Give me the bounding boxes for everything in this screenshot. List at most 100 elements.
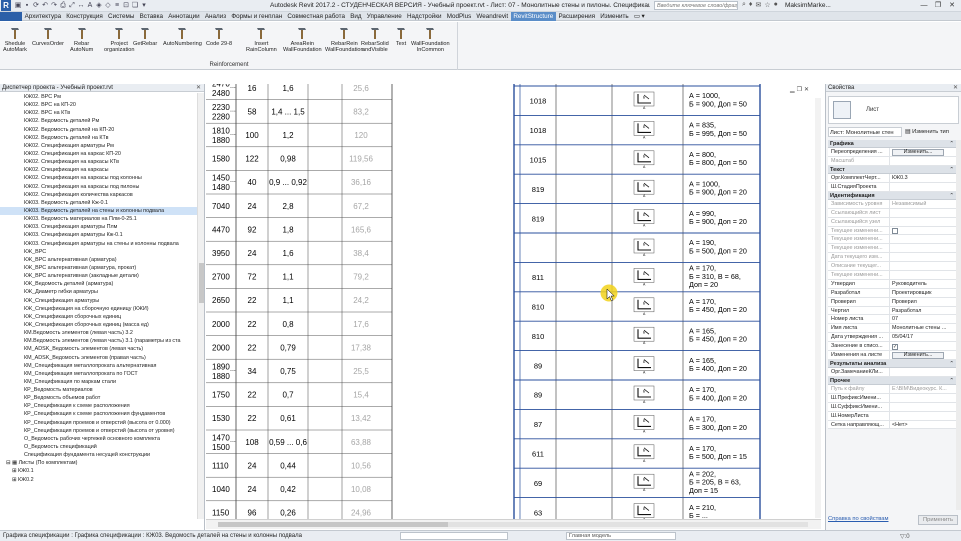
dimension-icon[interactable]: ↔ <box>77 1 85 10</box>
ribbon-button-11[interactable]: RebarSolid andVisible <box>361 24 389 54</box>
properties-section[interactable]: Графика ⌃ <box>828 140 956 149</box>
collapse-icon[interactable]: ⌃ <box>949 166 954 173</box>
browser-item[interactable]: КМ.Ведомость элементов (левая часть) 3.1… <box>0 337 197 345</box>
browser-item[interactable]: КР_Спецификация проемов и отверстий (выс… <box>0 427 197 435</box>
instance-filter-dropdown[interactable]: Лист: Монолитные стен <box>828 127 902 137</box>
browser-item[interactable]: КЖ02. Спецификация на каркасы КТв <box>0 158 197 166</box>
sheet-svg[interactable]: 24702480... 16 1,6 25,6 22302280... 58 1,4 ...… <box>206 84 821 520</box>
browser-item[interactable]: КР_Ведомость объемов работ <box>0 394 197 402</box>
maximize-button[interactable]: ❐ <box>931 0 945 11</box>
browser-sub-item[interactable]: ⊞ КЖ0.2 <box>0 476 197 484</box>
property-value[interactable] <box>890 218 956 226</box>
browser-item[interactable]: КЖ03. Ведомость деталей на стены и колон… <box>0 206 197 216</box>
browser-item[interactable]: КЖ_Спецификация арматуры <box>0 297 197 305</box>
properties-section[interactable]: Текст ⌃ <box>828 165 956 174</box>
tab-1[interactable]: Архитектура <box>22 12 64 21</box>
3d-view-icon[interactable]: ◈ <box>95 1 103 10</box>
restore-view-icon[interactable]: ❐ <box>797 86 802 93</box>
ribbon-button-13[interactable]: WallFoundation InCommon <box>411 24 450 54</box>
browser-item[interactable]: КМ_ADSK_Ведомость элементов (правая част… <box>0 354 197 362</box>
tab-3[interactable]: Системы <box>105 12 137 21</box>
checkbox[interactable]: ✓ <box>892 343 898 350</box>
minimize-view-icon[interactable]: ▁ <box>790 86 795 93</box>
ribbon-button-10[interactable]: RebarRein WallFoundation <box>325 24 364 54</box>
customize-qat-icon[interactable]: ▾ <box>140 1 148 10</box>
property-row[interactable]: Текущее изменени... <box>828 244 956 254</box>
property-value[interactable]: Проектировщик <box>890 289 956 297</box>
browser-scrollbar[interactable] <box>197 93 204 519</box>
property-row[interactable]: Орг.КомплектЧерт... КЖ0.3 <box>828 173 956 183</box>
ribbon-button-12[interactable]: Text <box>394 24 408 47</box>
sync-icon[interactable]: ⟳ <box>32 1 40 10</box>
browser-item[interactable]: КЖ_Ведомость деталей (арматура) <box>0 280 197 288</box>
measure-icon[interactable]: ⤢ <box>68 1 76 10</box>
browser-item[interactable]: КЖ02. Спецификация на каркас КП-20 <box>0 150 197 158</box>
ribbon-button-7[interactable]: Code 29-8 <box>206 24 232 47</box>
edit-type-button[interactable]: ▤ Изменить тип <box>905 127 949 137</box>
user-name[interactable]: MaksimMarke... <box>785 1 831 11</box>
section-icon[interactable]: ◇ <box>104 1 112 10</box>
property-value[interactable] <box>890 244 956 252</box>
property-row[interactable]: Путь к файлу E:\BIM\Видеокурс. К... <box>828 384 956 394</box>
tab-13[interactable]: Weandrevit <box>474 12 511 21</box>
property-row[interactable]: Переопределения ... Изменить... <box>828 148 956 157</box>
property-row[interactable]: Ш.НомерЛиста <box>828 411 956 421</box>
browser-group-sheets[interactable]: ⊟ ▦ Листы (По комплектам) <box>0 459 197 467</box>
text-icon[interactable]: A <box>86 1 94 10</box>
communication-icon[interactable]: ✉ <box>756 1 762 9</box>
property-value[interactable] <box>890 235 956 243</box>
tab-12[interactable]: ModPlus <box>444 12 474 21</box>
selection-filter[interactable]: ▽:0 <box>900 532 910 541</box>
property-value[interactable] <box>890 157 956 165</box>
browser-item[interactable]: КЖ02. Ведомость деталей Рм <box>0 117 197 125</box>
tab-9[interactable]: Вид <box>348 12 365 21</box>
property-row[interactable]: Имя листа Монолитные стены ... <box>828 324 956 334</box>
ribbon-button-9[interactable]: AreaRein WallFoundation <box>283 24 322 54</box>
browser-item[interactable]: КЖ_ВРС <box>0 248 197 256</box>
property-value[interactable]: 07 <box>890 315 956 323</box>
tab-4[interactable]: Вставка <box>137 12 166 21</box>
properties-section[interactable]: Результаты анализа ⌃ <box>828 359 956 368</box>
browser-item[interactable]: КЖ_ВРС альтернативная (арматура, прокат) <box>0 264 197 272</box>
browser-item[interactable]: О_Ведомость спецификаций <box>0 443 197 451</box>
browser-item[interactable]: КЖ02. Ведомость деталей на КТв <box>0 134 197 142</box>
property-row[interactable]: Ссылающийся узел <box>828 217 956 227</box>
property-value[interactable] <box>890 403 956 411</box>
ribbon-button-1[interactable]: Shedule AutoMark <box>3 24 27 54</box>
tab-14[interactable]: RevitStructure <box>510 12 556 21</box>
browser-item[interactable]: КЖ02. Спецификация арматуры Рм <box>0 142 197 150</box>
property-row[interactable]: Чертил Разработал <box>828 306 956 316</box>
ribbon-button-2[interactable]: CurvesOrder <box>32 24 64 47</box>
browser-item[interactable]: КЖ02. ВРС на КТв <box>0 109 197 117</box>
property-row[interactable]: Дата утверждения ... 05/04/17 <box>828 333 956 343</box>
checkbox[interactable] <box>892 228 898 235</box>
save-icon[interactable]: ▪ <box>23 1 31 10</box>
properties-section[interactable]: Прочее ⌃ <box>828 376 956 385</box>
browser-item[interactable]: КЖ03. Спецификация арматуры Плм <box>0 223 197 231</box>
property-row[interactable]: Зависимость уровня Независимый <box>828 199 956 209</box>
canvas-vertical-scrollbar[interactable] <box>815 98 821 518</box>
property-value[interactable] <box>890 412 956 420</box>
search-input[interactable]: Введите ключевое слово/фразу <box>654 1 738 10</box>
property-row[interactable]: Ш.ПрефиксИмени... <box>828 393 956 403</box>
tab-8[interactable]: Совместная работа <box>285 12 348 21</box>
collapse-icon[interactable]: ⌃ <box>949 192 954 199</box>
close-view-icon[interactable]: ✕ <box>804 86 809 93</box>
browser-item[interactable]: КЖ_ВРС альтернативная (закладные детали) <box>0 272 197 280</box>
tab-5[interactable]: Аннотации <box>166 12 203 21</box>
browser-item[interactable]: КР_Спецификация к схеме расположения фун… <box>0 410 197 418</box>
search-icon[interactable]: ⌕ <box>742 1 746 9</box>
browser-item[interactable]: КМ.Ведомость элементов (левая часть) 3.2 <box>0 329 197 337</box>
browser-item[interactable]: КЖ_Диаметр гибки арматуры <box>0 288 197 296</box>
ribbon-button-8[interactable]: Insert RainColumn <box>246 24 277 54</box>
tab-7[interactable]: Формы и генплан <box>229 12 285 21</box>
file-tab[interactable] <box>0 12 22 21</box>
browser-item[interactable]: КЖ_Спецификация сборочных единиц <box>0 313 197 321</box>
property-row[interactable]: Описание текущег... <box>828 262 956 271</box>
minimize-button[interactable]: — <box>917 0 931 11</box>
apply-button[interactable]: Применить <box>918 515 958 525</box>
property-value[interactable]: Изменить... <box>890 148 956 156</box>
property-row[interactable]: Ссылающийся лист <box>828 208 956 218</box>
property-value[interactable]: Разработал <box>890 307 956 315</box>
ribbon-button-3[interactable]: Rebar AutoNum <box>70 24 93 54</box>
